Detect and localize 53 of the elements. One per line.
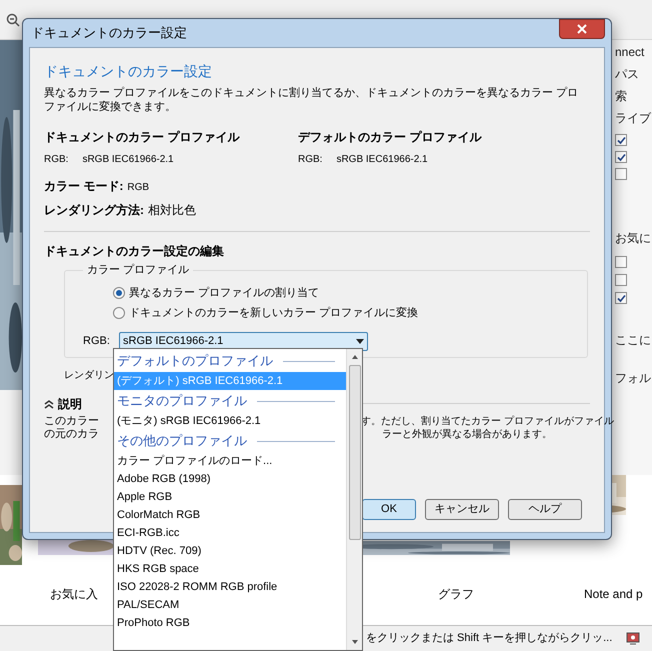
panel-label: ライブ — [615, 110, 652, 126]
dropdown-item[interactable]: HDTV (Rec. 709) — [114, 542, 346, 560]
profile-value: sRGB IEC61966-2.1 — [336, 153, 428, 167]
explanation-text: の元のカラ — [44, 428, 100, 440]
group-header: その他のプロファイル — [117, 432, 247, 450]
section-heading: ドキュメントのカラー設定の編集 — [44, 243, 225, 260]
dialog-button[interactable]: ヘルプ — [508, 499, 582, 520]
intro-text: 異なるカラー プロファイルをこのドキュメントに割り当てるか、ドキュメントのカラーを異なるカラー プロファイルに変換できます。 — [44, 86, 580, 114]
explanation-text: ラーと外観が異なる場合があります。 — [382, 428, 552, 440]
radio-option[interactable]: 異なるカラー プロファイルの割り当て — [113, 284, 569, 301]
dialog-button[interactable]: キャンセル — [425, 499, 499, 520]
group-header: モニタのプロファイル — [117, 392, 247, 410]
rendering-value: 相対比色 — [148, 202, 196, 219]
dropdown-item[interactable]: PAL/SECAM — [114, 596, 346, 614]
group-header: デフォルトのプロファイル — [117, 352, 273, 370]
profile-value: sRGB IEC61966-2.1 — [82, 153, 174, 167]
dropdown-item[interactable]: Adobe RGB (1998) — [114, 470, 346, 488]
dropdown-item[interactable]: HKS RGB space — [114, 560, 346, 578]
select-label: RGB: — [83, 334, 111, 349]
rendering-label: レンダリング方法: — [44, 202, 144, 219]
dropdown-item[interactable]: Apple RGB — [114, 488, 346, 506]
dropdown-item[interactable]: ISO 22028-2 ROMM RGB profile — [114, 578, 346, 596]
rendering-edit-label: レンダリン — [64, 368, 115, 382]
explanation-title: 説明 — [58, 396, 82, 412]
thumbnail-label: グラフ — [438, 586, 474, 603]
dropdown-item[interactable]: ProPhoto RGB — [114, 614, 346, 632]
explanation-text: このカラー — [44, 414, 99, 428]
profile-label: RGB: — [298, 153, 322, 167]
dropdown-item[interactable]: カラー プロファイルのロード... — [114, 452, 346, 470]
panel-label: 索 — [615, 88, 628, 104]
dialog-button[interactable]: OK — [362, 499, 416, 520]
dialog-heading: ドキュメントのカラー設定 — [44, 62, 213, 80]
panel-label: パス — [615, 66, 640, 82]
panel-label: お気に — [615, 231, 651, 245]
panel-label: nnect — [615, 44, 646, 60]
radio-option[interactable]: ドキュメントのカラーを新しいカラー プロファイルに変換 — [113, 305, 569, 322]
window-title: ドキュメントのカラー設定 — [30, 24, 187, 42]
panel-label: フォル — [615, 371, 651, 385]
dropdown-item[interactable]: (モニタ) sRGB IEC61966-2.1 — [114, 412, 346, 430]
profile-select[interactable]: sRGB IEC61966-2.1 — [119, 332, 368, 350]
explanation-text: す。ただし、割り当てたカラー プロファイルがファイル — [361, 414, 614, 428]
profile-label: RGB: — [44, 153, 68, 167]
profile-title: ドキュメントのカラー プロファイル — [44, 129, 241, 146]
panel-label: ここに — [615, 333, 651, 347]
thumbnail-label: Note and p — [584, 586, 643, 603]
status-text: をクリックまたは Shift キーを押しながらクリッ... — [366, 631, 612, 646]
profile-title: デフォルトのカラー プロファイル — [298, 129, 483, 146]
dropdown-item[interactable]: ECI-RGB.icc — [114, 524, 346, 542]
dropdown-item[interactable]: ColorMatch RGB — [114, 506, 346, 524]
color-mode-value: RGB — [127, 181, 150, 195]
thumbnail-label: お気に入 — [50, 586, 98, 603]
group-title: カラー プロファイル — [86, 262, 190, 278]
color-mode-label: カラー モード: — [44, 178, 124, 195]
